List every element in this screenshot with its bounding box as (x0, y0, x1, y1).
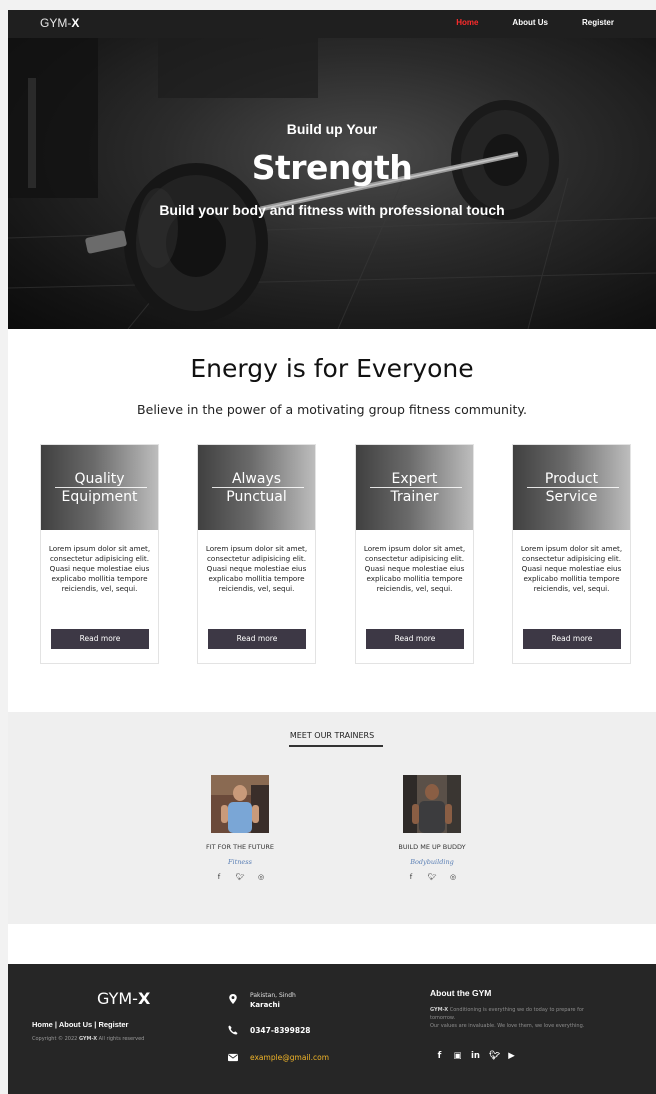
card-header: Quality Equipment (41, 445, 158, 530)
trainers-heading-underline (289, 745, 383, 747)
card-title-line2: Punctual (226, 489, 287, 505)
address-line1: Pakistan, Sindh (250, 992, 296, 999)
phone-number[interactable]: 0347-8399828 (250, 1026, 311, 1035)
footer-link-register[interactable]: Register (98, 1020, 128, 1029)
read-more-button[interactable]: Read more (366, 629, 464, 649)
feature-card-quality-equipment: Quality Equipment Lorem ipsum dolor sit … (40, 444, 159, 664)
hero-banner: Build up Your Strength Build your body a… (8, 38, 656, 329)
footer-copyright: Copyright © 2022 GYM-X All rights reserv… (32, 1036, 144, 1042)
nav-links: Home About Us Register (456, 18, 614, 27)
trainer-photo-graphic (211, 775, 269, 833)
about-text-line1: Conditioning is everything we do today t… (430, 1007, 584, 1021)
about-gym-title: About the GYM (430, 988, 492, 998)
copyright-brand: GYM-X (78, 1036, 98, 1042)
address-line2: Karachi (250, 1001, 280, 1009)
card-header: Always Punctual (198, 445, 315, 530)
trainer-role: Fitness (228, 858, 252, 866)
feature-card-expert-trainer: Expert Trainer Lorem ipsum dolor sit ame… (355, 444, 474, 664)
instagram-icon[interactable]: ◎ (449, 873, 458, 881)
card-title-line2: Trainer (390, 489, 439, 505)
footer-link-home[interactable]: Home (32, 1020, 53, 1029)
hero-subtitle: Build your body and fitness with profess… (159, 202, 505, 218)
facebook-icon[interactable]: f (435, 1051, 444, 1062)
email-link[interactable]: example@gmail.com (250, 1053, 329, 1062)
envelope-icon (228, 1053, 238, 1062)
card-body: Lorem ipsum dolor sit amet, consectetur … (205, 544, 308, 593)
about-gym-text: GYM-X Conditioning is everything we do t… (430, 1006, 610, 1030)
instagram-icon[interactable]: ▣ (453, 1051, 462, 1062)
twitter-icon[interactable]: 🐦︎ (236, 873, 245, 881)
trainer-role: Bodybuilding (410, 858, 454, 866)
card-title-line1: Always (231, 471, 282, 487)
trainer-socials: f 🐦︎ ◎ (367, 873, 497, 881)
card-title-line2: Equipment (61, 489, 138, 505)
card-title-line1: Expert (391, 471, 438, 487)
trainer-photo (403, 775, 461, 833)
location-pin-icon (229, 994, 237, 1004)
read-more-button[interactable]: Read more (208, 629, 306, 649)
trainer-name: BUILD ME UP BUDDY (398, 843, 466, 851)
hero-headline: Strength (251, 148, 413, 187)
footer: GYM-X Home | About Us | Register Copyrig… (8, 964, 656, 1094)
footer-links: Home | About Us | Register (32, 1020, 128, 1029)
page: GYM-X Home About Us Register Build up Yo… (8, 10, 656, 1094)
energy-subtitle: Believe in the power of a motivating gro… (137, 402, 527, 417)
top-navbar: GYM-X Home About Us Register (8, 10, 656, 38)
trainers-heading: MEET OUR TRAINERS (289, 731, 375, 740)
linkedin-icon[interactable]: in (471, 1051, 480, 1062)
card-body: Lorem ipsum dolor sit amet, consectetur … (520, 544, 623, 593)
feature-card-product-service: Product Service Lorem ipsum dolor sit am… (512, 444, 631, 664)
trainer-name: FIT FOR THE FUTURE (205, 843, 274, 851)
facebook-icon[interactable]: f (407, 873, 416, 881)
card-body: Lorem ipsum dolor sit amet, consectetur … (48, 544, 151, 593)
facebook-icon[interactable]: f (215, 873, 224, 881)
about-text-line2: Our values are invaluable. We love them,… (430, 1023, 585, 1029)
card-body: Lorem ipsum dolor sit amet, consectetur … (363, 544, 466, 593)
card-title-line1: Product (544, 471, 599, 487)
card-header: Expert Trainer (356, 445, 473, 530)
trainer-photo-graphic (403, 775, 461, 833)
card-title-line2: Service (545, 489, 598, 505)
copyright-suffix: All rights reserved (97, 1036, 145, 1042)
nav-link-register[interactable]: Register (582, 18, 614, 27)
brand-suffix: X (71, 16, 80, 30)
feature-cards: Quality Equipment Lorem ipsum dolor sit … (40, 444, 632, 664)
read-more-button[interactable]: Read more (51, 629, 149, 649)
footer-brand[interactable]: GYM-X (97, 989, 150, 1008)
footer-brand-prefix: GYM- (97, 989, 138, 1008)
hero-kicker: Build up Your (286, 121, 378, 137)
card-title-line1: Quality (74, 471, 125, 487)
footer-socials: f ▣ in 🐦︎ ▶ (435, 1051, 516, 1062)
read-more-button[interactable]: Read more (523, 629, 621, 649)
twitter-icon[interactable]: 🐦︎ (489, 1051, 500, 1062)
footer-brand-suffix: X (137, 989, 151, 1008)
twitter-icon[interactable]: 🐦︎ (428, 873, 437, 881)
trainer-photo (211, 775, 269, 833)
energy-title: Energy is for Everyone (190, 354, 474, 383)
trainer-card-fitness: FIT FOR THE FUTURE Fitness f 🐦︎ ◎ (175, 775, 305, 881)
instagram-icon[interactable]: ◎ (257, 873, 266, 881)
trainer-card-bodybuilding: BUILD ME UP BUDDY Bodybuilding f 🐦︎ ◎ (367, 775, 497, 881)
brand-prefix: GYM- (40, 16, 72, 30)
card-header: Product Service (513, 445, 630, 530)
trainers-section: MEET OUR TRAINERS FIT FOR THE FUTURE Fit… (8, 712, 656, 924)
about-brand: GYM-X (430, 1007, 449, 1013)
phone-icon (228, 1025, 238, 1035)
youtube-icon[interactable]: ▶ (507, 1051, 516, 1062)
footer-link-about-us[interactable]: About Us (59, 1020, 92, 1029)
nav-link-about-us[interactable]: About Us (512, 18, 548, 27)
nav-link-home[interactable]: Home (456, 18, 478, 27)
trainer-socials: f 🐦︎ ◎ (175, 873, 305, 881)
brand-logo[interactable]: GYM-X (40, 16, 79, 30)
copyright-prefix: Copyright © 2022 (32, 1036, 79, 1042)
feature-card-always-punctual: Always Punctual Lorem ipsum dolor sit am… (197, 444, 316, 664)
